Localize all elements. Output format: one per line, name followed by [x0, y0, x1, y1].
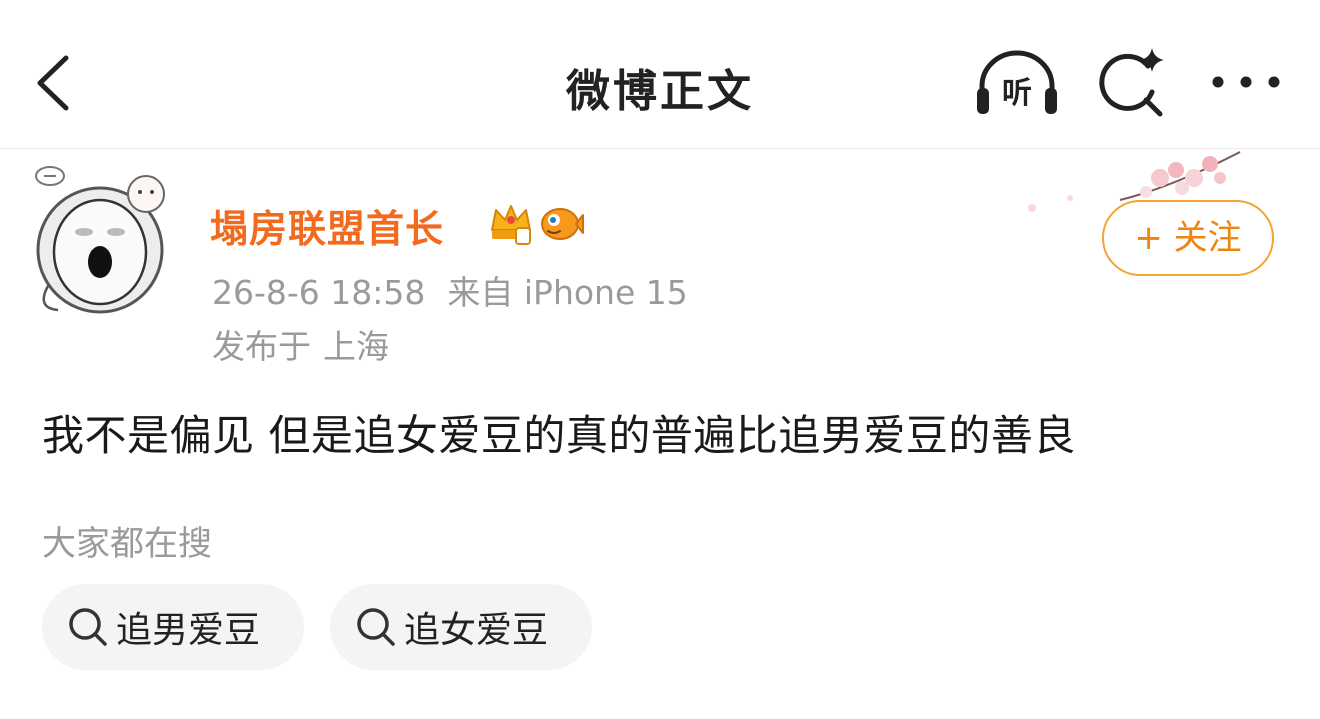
fish-badge-icon [541, 208, 584, 240]
post-timestamp: 26-8-6 18:58 [212, 273, 426, 312]
location-prefix: 发布于 [212, 327, 311, 366]
crown-badge-icon [491, 205, 531, 245]
weibo-post-page: 微博正文 听 塌房联盟首长 26-8-6 18:58 来自 iPhone 15 … [0, 0, 1320, 719]
trending-label: 大家都在搜 [42, 524, 212, 564]
top-nav-bar: 微博正文 听 [0, 0, 1320, 148]
listen-button[interactable]: 听 [972, 46, 1062, 120]
search-sparkle-icon [1099, 48, 1164, 117]
search-chip[interactable]: 追女爱豆 [330, 584, 592, 670]
avatar[interactable] [28, 158, 178, 318]
search-chip-label: 追女爱豆 [404, 610, 549, 651]
location-value: 上海 [323, 327, 389, 366]
post-meta: 26-8-6 18:58 来自 iPhone 15 [212, 266, 710, 314]
search-chip[interactable]: 追男爱豆 [42, 584, 304, 670]
post-source: 来自 iPhone 15 [447, 273, 688, 312]
listen-label: 听 [1002, 76, 1032, 111]
search-icon [69, 608, 107, 646]
author-name[interactable]: 塌房联盟首长 [210, 198, 444, 253]
more-button[interactable] [1208, 64, 1284, 100]
follow-button[interactable]: + 关注 [1102, 200, 1274, 276]
post-location: 发布于 上海 [212, 320, 401, 368]
more-dots-icon [1212, 76, 1280, 88]
search-chip-label: 追男爱豆 [116, 610, 261, 651]
post-content: 我不是偏见 但是追女爱豆的真的普遍比追男爱豆的善良 [42, 411, 1076, 460]
search-icon [357, 608, 395, 646]
search-button[interactable] [1096, 44, 1168, 120]
